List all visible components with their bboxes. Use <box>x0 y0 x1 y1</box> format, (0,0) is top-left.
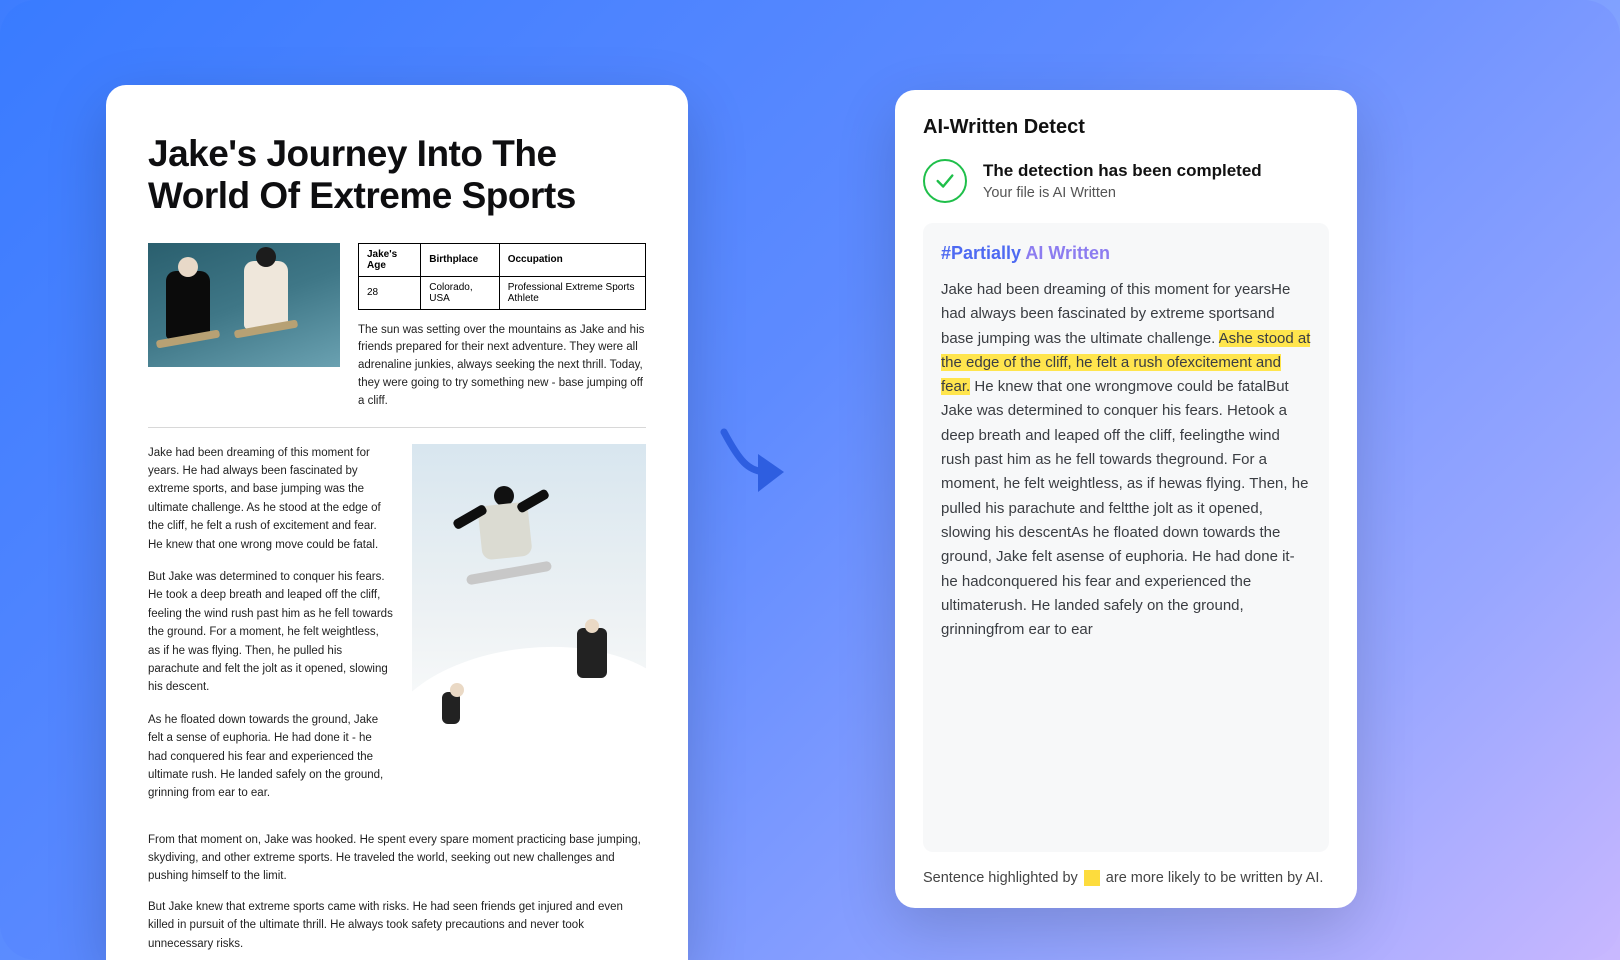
document-title: Jake's Journey Into The World Of Extreme… <box>148 133 646 217</box>
info-value-birthplace: Colorado, USA <box>421 276 499 309</box>
document-meta-column: Jake's Age Birthplace Occupation 28 Colo… <box>358 243 646 411</box>
info-header-birthplace: Birthplace <box>421 243 499 276</box>
body-paragraph: But Jake was determined to conquer his f… <box>148 568 394 697</box>
legend-swatch-icon <box>1084 870 1100 886</box>
info-header-occupation: Occupation <box>499 243 645 276</box>
check-circle-icon <box>923 159 967 203</box>
classification-tag: #Partially AI Written <box>941 243 1311 264</box>
tag-hash: #Partially <box>941 243 1025 263</box>
closing-column: From that moment on, Jake was hooked. He… <box>148 831 646 960</box>
hero-image-snowboarders <box>148 243 340 367</box>
canvas: Jake's Journey Into The World Of Extreme… <box>0 0 1620 960</box>
detection-card: AI-Written Detect The detection has been… <box>895 90 1357 908</box>
document-top-row: Jake's Age Birthplace Occupation 28 Colo… <box>148 243 646 411</box>
body-paragraph: As he floated down towards the ground, J… <box>148 711 394 803</box>
body-column: Jake had been dreaming of this moment fo… <box>148 444 394 817</box>
status-subtext: Your file is AI Written <box>983 185 1262 201</box>
status-heading: The detection has been completed <box>983 161 1262 181</box>
arrow-icon <box>718 422 788 512</box>
document-mid-row: Jake had been dreaming of this moment fo… <box>148 444 646 817</box>
info-value-occupation: Professional Extreme Sports Athlete <box>499 276 645 309</box>
legend: Sentence highlighted by are more likely … <box>923 870 1329 886</box>
analysis-text: Jake had been dreaming of this moment fo… <box>941 278 1311 642</box>
info-value-age: 28 <box>359 276 421 309</box>
analysis-after: He knew that one wrongmove could be fata… <box>941 378 1308 638</box>
body-paragraph: But Jake knew that extreme sports came w… <box>148 898 646 953</box>
info-header-age: Jake's Age <box>359 243 421 276</box>
divider <box>148 427 646 428</box>
legend-text-after: are more likely to be written by AI. <box>1106 870 1324 886</box>
intro-paragraph: The sun was setting over the mountains a… <box>358 322 646 411</box>
result-box: #Partially AI Written Jake had been drea… <box>923 223 1329 852</box>
document-card: Jake's Journey Into The World Of Extreme… <box>106 85 688 960</box>
tag-rest: AI Written <box>1025 243 1110 263</box>
body-paragraph: From that moment on, Jake was hooked. He… <box>148 831 646 886</box>
legend-text-before: Sentence highlighted by <box>923 870 1078 886</box>
detection-status-row: The detection has been completed Your fi… <box>923 159 1329 203</box>
body-paragraph: Jake had been dreaming of this moment fo… <box>148 444 394 554</box>
detection-panel-title: AI-Written Detect <box>923 116 1329 139</box>
body-image-jump <box>412 444 646 768</box>
info-table: Jake's Age Birthplace Occupation 28 Colo… <box>358 243 646 310</box>
